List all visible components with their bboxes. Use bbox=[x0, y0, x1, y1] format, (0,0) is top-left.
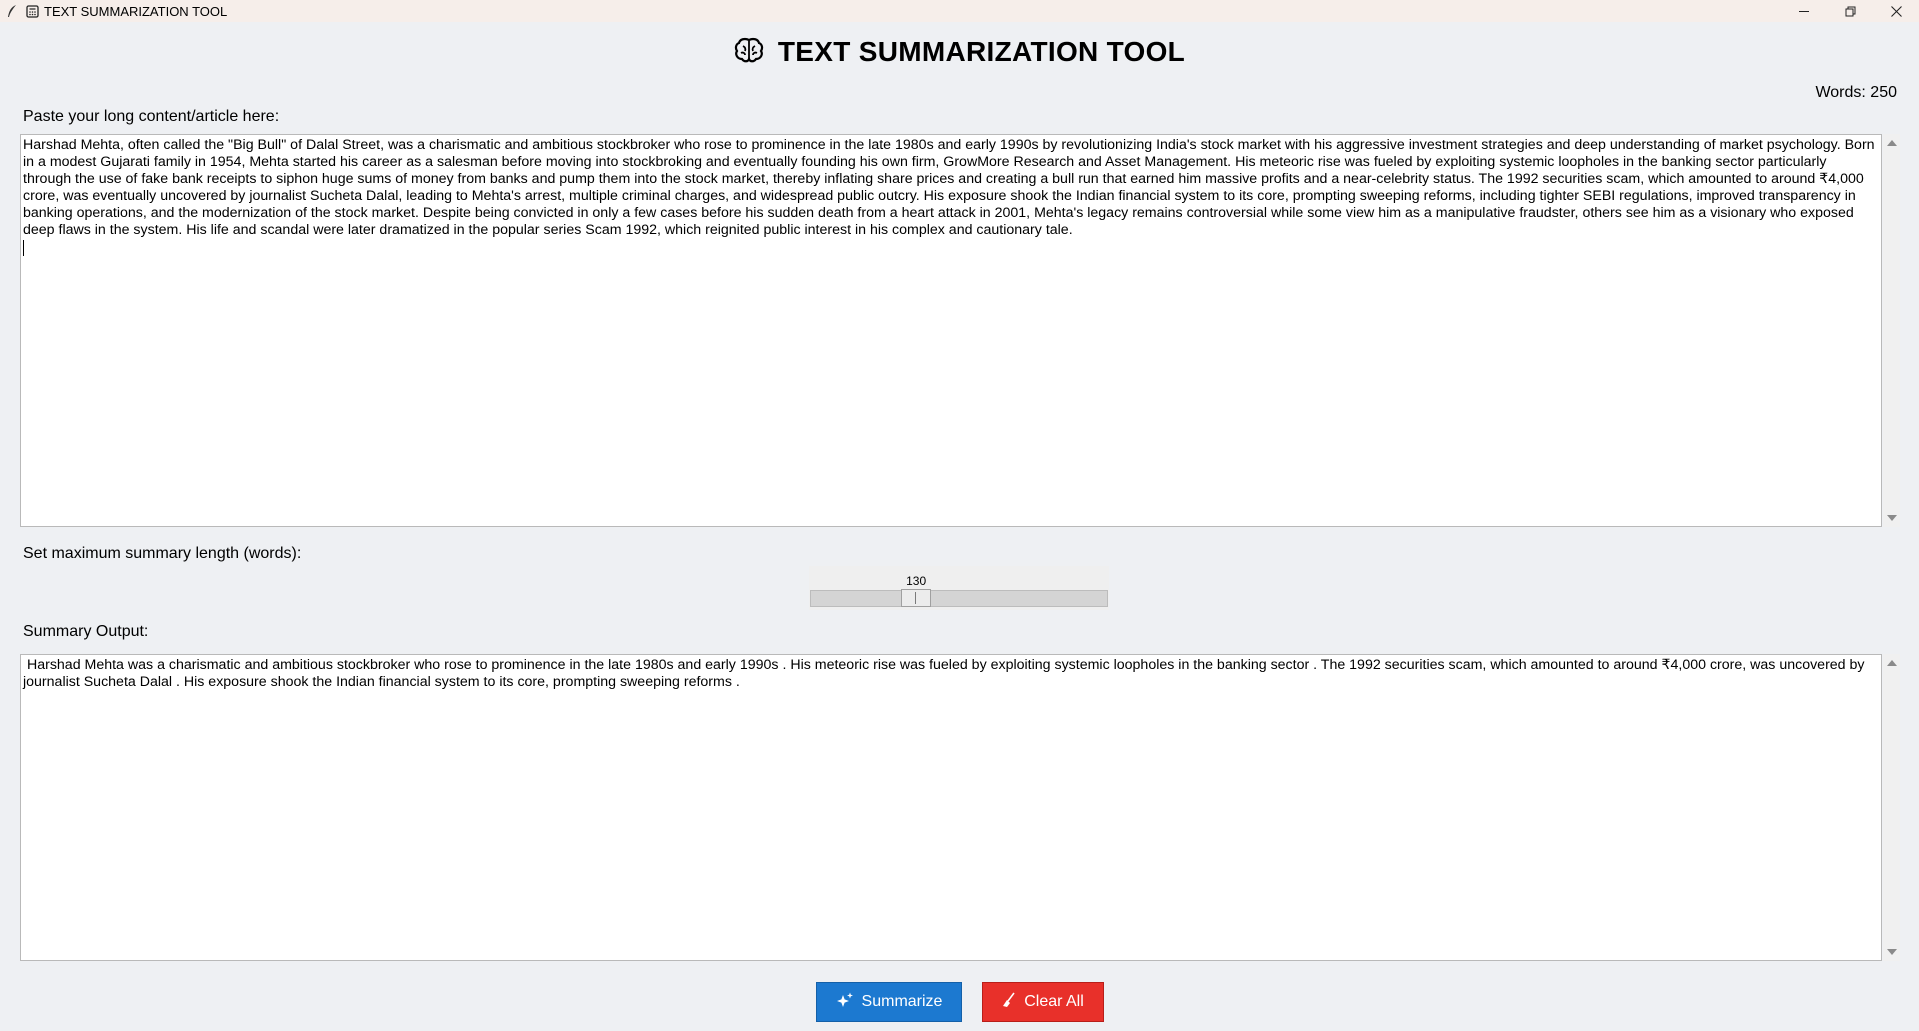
scroll-down-arrow-icon[interactable] bbox=[1887, 515, 1897, 521]
broom-icon bbox=[1002, 992, 1016, 1013]
input-label: Paste your long content/article here: bbox=[23, 108, 280, 125]
word-count: Words: 250 bbox=[1815, 84, 1897, 101]
summary-length-slider[interactable]: 130 bbox=[809, 566, 1109, 610]
brain-icon bbox=[734, 37, 764, 68]
window-title: TEXT SUMMARIZATION TOOL bbox=[44, 3, 228, 19]
restore-icon bbox=[1845, 6, 1855, 16]
close-button[interactable] bbox=[1873, 0, 1919, 22]
summarize-label: Summarize bbox=[861, 993, 943, 1010]
slider-value: 130 bbox=[906, 574, 927, 588]
scroll-up-arrow-icon[interactable] bbox=[1887, 140, 1897, 146]
scroll-down-arrow-icon[interactable] bbox=[1887, 949, 1897, 955]
summarize-button[interactable]: Summarize bbox=[816, 982, 962, 1022]
close-icon bbox=[1890, 5, 1902, 17]
window-titlebar: TEXT SUMMARIZATION TOOL bbox=[0, 0, 1919, 22]
clear-all-button[interactable]: Clear All bbox=[982, 982, 1104, 1022]
input-scrollbar[interactable] bbox=[1883, 134, 1900, 527]
summary-output-textarea[interactable]: Harshad Mehta was a charismatic and ambi… bbox=[20, 654, 1882, 961]
minimize-icon bbox=[1798, 10, 1809, 12]
clear-all-label: Clear All bbox=[1024, 993, 1084, 1010]
scroll-up-arrow-icon[interactable] bbox=[1887, 660, 1897, 666]
output-label: Summary Output: bbox=[23, 623, 149, 640]
window-controls bbox=[1781, 0, 1919, 22]
restore-button[interactable] bbox=[1827, 0, 1873, 22]
input-text: Harshad Mehta, often called the "Big Bul… bbox=[23, 137, 1879, 238]
input-textarea[interactable]: Harshad Mehta, often called the "Big Bul… bbox=[20, 134, 1882, 527]
calculator-icon bbox=[25, 4, 39, 18]
page-title: TEXT SUMMARIZATION TOOL bbox=[777, 36, 1186, 67]
output-scrollbar[interactable] bbox=[1883, 654, 1900, 961]
text-cursor bbox=[23, 240, 24, 256]
slider-label: Set maximum summary length (words): bbox=[23, 545, 302, 562]
slider-thumb[interactable] bbox=[901, 589, 932, 607]
slider-track[interactable] bbox=[810, 590, 1108, 607]
minimize-button[interactable] bbox=[1781, 0, 1827, 22]
page-header: TEXT SUMMARIZATION TOOL bbox=[0, 35, 1919, 69]
summary-text: Harshad Mehta was a charismatic and ambi… bbox=[23, 657, 1869, 690]
feather-icon bbox=[5, 4, 19, 18]
sparkles-icon bbox=[836, 992, 854, 1013]
